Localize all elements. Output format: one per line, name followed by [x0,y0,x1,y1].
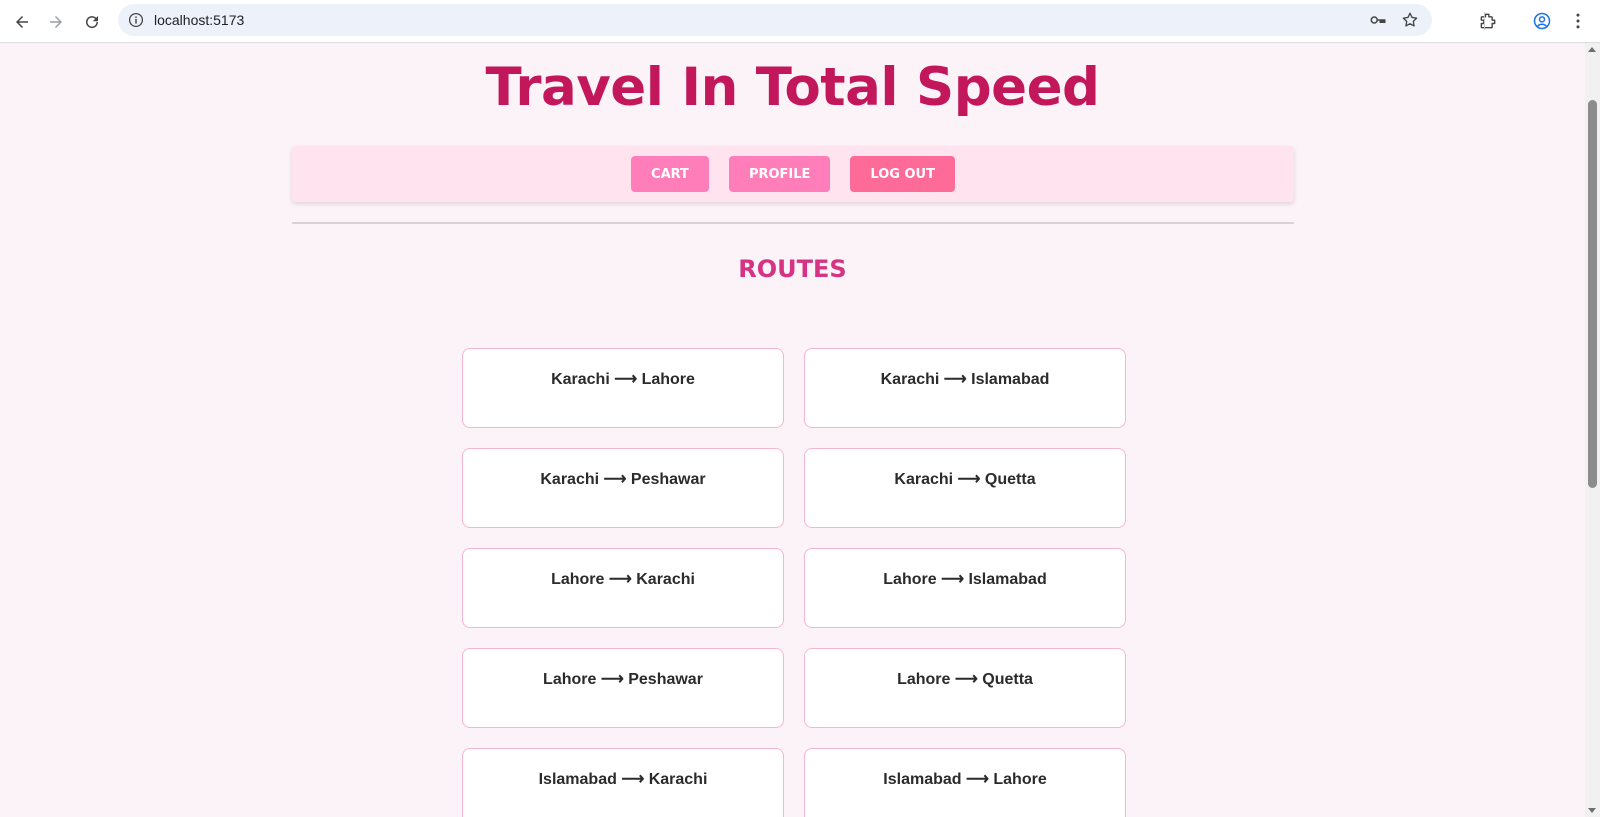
route-card[interactable]: Karachi ⟶ Lahore [462,348,784,428]
route-card[interactable]: Lahore ⟶ Islamabad [804,548,1126,628]
route-card[interactable]: Lahore ⟶ Karachi [462,548,784,628]
logout-button[interactable]: LOG OUT [850,156,955,192]
route-label: Karachi ⟶ Islamabad [880,371,1050,388]
route-label: Lahore ⟶ Peshawar [543,671,703,688]
divider [292,222,1294,224]
route-card[interactable]: Karachi ⟶ Quetta [804,448,1126,528]
route-card[interactable]: Islamabad ⟶ Lahore [804,748,1126,817]
reload-icon[interactable] [78,8,106,36]
route-label: Islamabad ⟶ Karachi [538,771,708,788]
profile-button[interactable]: PROFILE [728,156,831,192]
route-card[interactable]: Karachi ⟶ Islamabad [804,348,1126,428]
vertical-scrollbar[interactable] [1585,43,1600,817]
toolbar-divider [1484,12,1485,30]
page-title: Travel In Total Speed [485,57,1100,118]
url-text[interactable]: localhost:5173 [154,12,244,28]
route-label: Lahore ⟶ Quetta [897,671,1033,688]
route-card[interactable]: Karachi ⟶ Peshawar [462,448,784,528]
scroll-down-arrow-icon[interactable] [1588,808,1596,813]
route-card[interactable]: Lahore ⟶ Quetta [804,648,1126,728]
route-label: Karachi ⟶ Lahore [551,371,695,388]
route-label: Islamabad ⟶ Lahore [883,771,1047,788]
site-info-icon[interactable] [126,10,146,30]
route-label: Lahore ⟶ Islamabad [883,571,1047,588]
routes-heading: ROUTES [738,255,847,283]
extensions-icon[interactable] [1476,9,1500,33]
route-label: Karachi ⟶ Peshawar [540,471,706,488]
back-icon[interactable] [8,8,36,36]
route-label: Karachi ⟶ Quetta [894,471,1036,488]
address-bar[interactable]: localhost:5173 [118,4,1432,36]
routes-grid: Karachi ⟶ Lahore Karachi ⟶ Islamabad Kar… [462,348,1126,817]
browser-toolbar: localhost:5173 [0,0,1600,43]
forward-icon[interactable] [42,8,70,36]
profile-icon[interactable] [1530,9,1554,33]
route-label: Lahore ⟶ Karachi [551,571,695,588]
scroll-up-arrow-icon[interactable] [1588,47,1596,52]
page-content: Travel In Total Speed CART PROFILE LOG O… [0,43,1585,817]
route-card[interactable]: Islamabad ⟶ Karachi [462,748,784,817]
menu-kebab-icon[interactable] [1566,9,1590,33]
cart-button[interactable]: CART [631,156,709,192]
bookmark-star-icon[interactable] [1400,10,1420,30]
scrollbar-thumb[interactable] [1588,100,1597,488]
key-icon[interactable] [1368,10,1388,30]
navbar: CART PROFILE LOG OUT [292,146,1294,202]
route-card[interactable]: Lahore ⟶ Peshawar [462,648,784,728]
